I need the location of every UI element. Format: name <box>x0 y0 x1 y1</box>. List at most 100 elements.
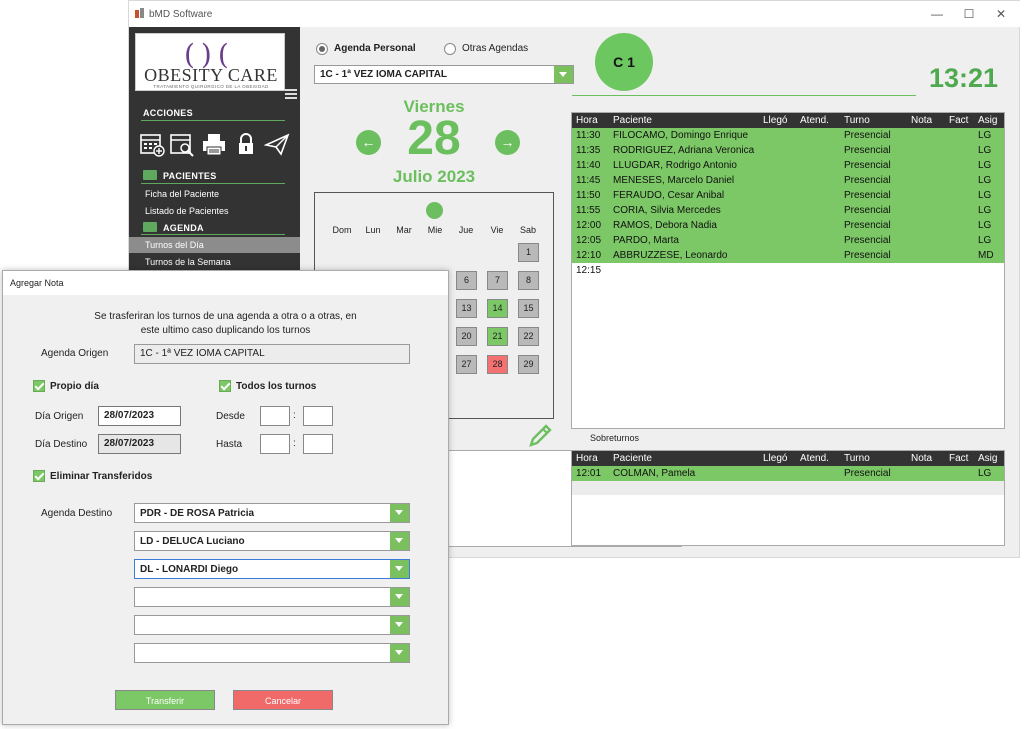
col-nota[interactable]: Nota <box>911 453 932 464</box>
today-dot[interactable] <box>426 202 443 219</box>
agenda-destino-select-5[interactable] <box>134 615 410 635</box>
table-row[interactable]: 11:35 RODRIGUEZ, Adriana Veronica Presenci… <box>572 143 1004 158</box>
hasta-colon: : <box>293 438 296 449</box>
chevron-down-icon[interactable] <box>390 588 409 606</box>
dia-origen-field[interactable]: 28/07/2023 <box>98 406 181 426</box>
cell-asig: LG <box>978 160 992 171</box>
agenda-destino-select-3[interactable]: DL - LONARDI Diego <box>134 559 410 579</box>
prev-day-arrow-icon[interactable]: ← <box>356 130 381 155</box>
col-fact[interactable]: Fact <box>949 115 968 126</box>
sidebar-item-listado-pacientes[interactable]: Listado de Pacientes <box>145 206 229 216</box>
chevron-down-icon[interactable] <box>390 504 409 522</box>
cell-hora: 11:35 <box>576 145 601 156</box>
col-paciente[interactable]: Paciente <box>613 115 652 126</box>
cell-paciente: LLUGDAR, Rodrigo Antonio <box>613 160 737 171</box>
col-asig[interactable]: Asig <box>978 453 997 464</box>
col-fact[interactable]: Fact <box>949 453 968 464</box>
calendar-search-icon[interactable] <box>169 131 195 157</box>
calendar-day[interactable]: 7 <box>487 271 508 290</box>
cell-asig: LG <box>978 130 992 141</box>
calendar-day[interactable]: 6 <box>456 271 477 290</box>
calendar-add-icon[interactable] <box>139 131 165 157</box>
col-asig[interactable]: Asig <box>978 115 997 126</box>
table-row[interactable]: 11:55 CORIA, Silvia Mercedes Presencial LG <box>572 203 1004 218</box>
minimize-button[interactable]: — <box>929 6 945 22</box>
menu-icon[interactable] <box>285 89 297 99</box>
cell-turno: Presencial <box>844 250 891 261</box>
dialog-description-line-2: este ultimo caso duplicando los turnos <box>140 325 311 336</box>
next-day-arrow-icon[interactable]: → <box>495 130 520 155</box>
chevron-down-icon[interactable] <box>554 66 573 83</box>
sidebar-item-turnos-dia[interactable]: Turnos del Día <box>129 237 300 253</box>
table-row[interactable]: 12:10 ABBRUZZESE, Leonardo Presencial MD <box>572 248 1004 263</box>
calendar-day[interactable]: 13 <box>456 299 477 318</box>
propio-dia-checkbox[interactable] <box>33 380 45 392</box>
calendar-weekday-header: Jue <box>458 225 474 235</box>
todos-turnos-checkbox[interactable] <box>219 380 231 392</box>
transferir-button[interactable]: Transferir <box>115 690 215 710</box>
col-nota[interactable]: Nota <box>911 115 932 126</box>
printer-icon[interactable] <box>201 131 227 157</box>
table-row[interactable]: 11:30 FILOCAMO, Domingo Enrique Presencial… <box>572 128 1004 143</box>
sidebar-item-turnos-semana[interactable]: Turnos de la Semana <box>145 257 231 267</box>
table-row[interactable]: 12:00 RAMOS, Debora Nadia Presencial LG <box>572 218 1004 233</box>
col-atend[interactable]: Atend. <box>800 453 829 464</box>
col-turno[interactable]: Turno <box>844 115 870 126</box>
radio-otras-agendas[interactable] <box>444 43 456 55</box>
calendar-day[interactable]: 20 <box>456 327 477 346</box>
col-atend[interactable]: Atend. <box>800 115 829 126</box>
agenda-destino-select-1[interactable]: PDR - DE ROSA Patricia <box>134 503 410 523</box>
pencil-icon[interactable] <box>527 423 553 449</box>
calendar-weekday-header: Mie <box>427 225 443 235</box>
hasta-hour-input[interactable] <box>260 434 290 454</box>
table-row[interactable]: 11:45 MENESES, Marcelo Daniel Presencial LG <box>572 173 1004 188</box>
lock-icon[interactable] <box>233 131 259 157</box>
calendar-day[interactable]: 21 <box>487 327 508 346</box>
col-paciente[interactable]: Paciente <box>613 453 652 464</box>
col-llego[interactable]: Llegó <box>763 453 787 464</box>
sidebar-item-ficha-paciente[interactable]: Ficha del Paciente <box>145 189 219 199</box>
cell-asig: MD <box>978 250 994 261</box>
dia-destino-label: Día Destino <box>35 439 88 450</box>
maximize-button[interactable]: ☐ <box>961 6 977 22</box>
chevron-down-icon[interactable] <box>390 616 409 634</box>
col-turno[interactable]: Turno <box>844 453 870 464</box>
table-row[interactable]: 12:01 COLMAN, Pamela Presencial LG <box>572 466 1004 481</box>
table-row[interactable]: 11:50 FERAUDO, Cesar Anibal Presencial LG <box>572 188 1004 203</box>
agenda-destino-value: PDR - DE ROSA Patricia <box>140 508 255 519</box>
agenda-destino-select-4[interactable] <box>134 587 410 607</box>
cell-turno: Presencial <box>844 190 891 201</box>
col-hora[interactable]: Hora <box>576 453 598 464</box>
cancelar-button[interactable]: Cancelar <box>233 690 333 710</box>
col-hora[interactable]: Hora <box>576 115 598 126</box>
calendar-day[interactable]: 27 <box>456 355 477 374</box>
table-row[interactable]: 12:05 PARDO, Marta Presencial LG <box>572 233 1004 248</box>
calendar-day[interactable]: 14 <box>487 299 508 318</box>
eliminar-transferidos-checkbox[interactable] <box>33 470 45 482</box>
calendar-day[interactable]: 15 <box>518 299 539 318</box>
agenda-select[interactable]: 1C - 1ª VEZ IOMA CAPITAL <box>314 65 574 84</box>
calendar-day[interactable]: 22 <box>518 327 539 346</box>
desde-hour-input[interactable] <box>260 406 290 426</box>
calendar-day[interactable]: 8 <box>518 271 539 290</box>
sobreturnos-empty-row[interactable] <box>572 481 1004 495</box>
hasta-minute-input[interactable] <box>303 434 333 454</box>
cell-turno: Presencial <box>844 145 891 156</box>
radio-agenda-personal[interactable] <box>316 43 328 55</box>
dia-destino-field[interactable]: 28/07/2023 <box>98 434 181 454</box>
table-row[interactable]: 11:40 LLUGDAR, Rodrigo Antonio Presencial L… <box>572 158 1004 173</box>
desde-minute-input[interactable] <box>303 406 333 426</box>
chevron-down-icon[interactable] <box>390 532 409 550</box>
calendar-day[interactable]: 1 <box>518 243 539 262</box>
send-icon[interactable] <box>264 131 290 157</box>
col-llego[interactable]: Llegó <box>763 115 787 126</box>
agenda-destino-select-2[interactable]: LD - DELUCA Luciano <box>134 531 410 551</box>
calendar-day[interactable]: 28 <box>487 355 508 374</box>
agenda-destino-select-6[interactable] <box>134 643 410 663</box>
chevron-down-icon[interactable] <box>390 560 409 578</box>
calendar-day[interactable]: 29 <box>518 355 539 374</box>
table-row[interactable]: 12:15 <box>572 263 1004 278</box>
cell-hora: 12:05 <box>576 235 602 246</box>
close-button[interactable]: ✕ <box>993 6 1009 22</box>
chevron-down-icon[interactable] <box>390 644 409 662</box>
